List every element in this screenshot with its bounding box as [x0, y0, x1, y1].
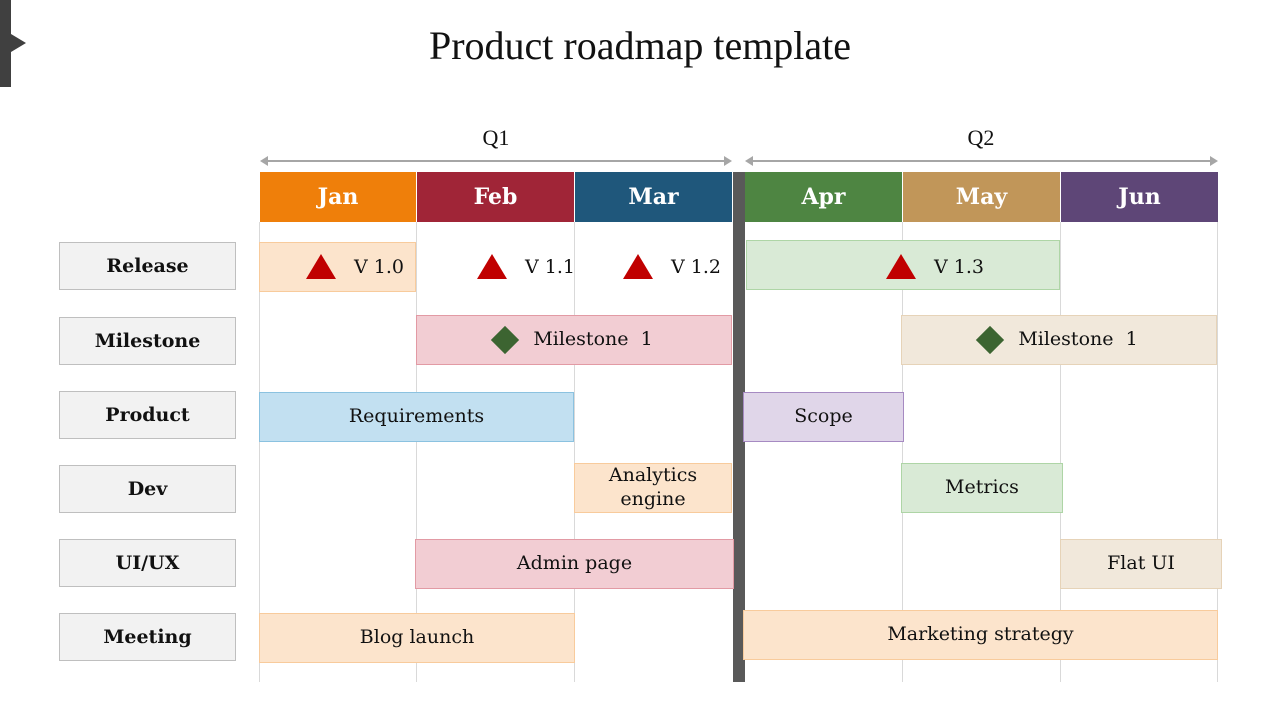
task-bar-admin-page: Admin page — [415, 539, 734, 589]
triangle-icon — [886, 254, 916, 279]
milestone-label: Milestone 1 — [1018, 328, 1138, 351]
task-bar-marketing-strategy: Marketing strategy — [743, 610, 1218, 660]
release-label: V 1.1 — [525, 255, 575, 278]
release-label: V 1.0 — [354, 255, 404, 278]
quarter-label-q1: Q1 — [482, 125, 510, 150]
quarter-span-arrow-q2 — [745, 156, 1218, 166]
task-bar-requirements: Requirements — [259, 392, 574, 442]
task-bar-scope: Scope — [743, 392, 904, 442]
diamond-icon — [976, 325, 1005, 355]
row-label-milestone: Milestone — [59, 317, 236, 365]
milestone-bar-q2: Milestone 1 — [901, 315, 1217, 365]
row-label-dev: Dev — [59, 465, 236, 513]
task-bar-analytics-engine: Analytics engine — [574, 463, 732, 513]
month-header-jun: Jun — [1061, 172, 1218, 222]
release-label: V 1.2 — [671, 255, 721, 278]
quarter-span-arrow-q1 — [260, 156, 732, 166]
triangle-icon — [477, 254, 507, 279]
row-label-product: Product — [59, 391, 236, 439]
month-header-feb: Feb — [417, 172, 575, 222]
release-marker-v1-2: V 1.2 — [623, 254, 721, 279]
row-label-release: Release — [59, 242, 236, 290]
release-marker-v1-1: V 1.1 — [477, 254, 575, 279]
milestone-label: Milestone 1 — [533, 328, 653, 351]
month-header-may: May — [903, 172, 1061, 222]
diamond-icon — [491, 325, 520, 355]
row-label-ui-ux: UI/UX — [59, 539, 236, 587]
month-header-mar: Mar — [575, 172, 733, 222]
release-marker-v1-3: V 1.3 — [886, 254, 984, 279]
month-header-jan: Jan — [260, 172, 417, 222]
quarter-label-q2: Q2 — [967, 125, 995, 150]
task-bar-metrics: Metrics — [901, 463, 1063, 513]
page-title: Product roadmap template — [428, 23, 852, 68]
month-header-apr: Apr — [745, 172, 903, 222]
milestone-bar-q1: Milestone 1 — [416, 315, 732, 365]
release-marker-v1-0: V 1.0 — [306, 254, 404, 279]
task-bar-flat-ui: Flat UI — [1060, 539, 1222, 589]
row-label-meeting: Meeting — [59, 613, 236, 661]
task-bar-blog-launch: Blog launch — [259, 613, 575, 663]
release-label: V 1.3 — [934, 255, 984, 278]
triangle-icon — [623, 254, 653, 279]
triangle-icon — [306, 254, 336, 279]
